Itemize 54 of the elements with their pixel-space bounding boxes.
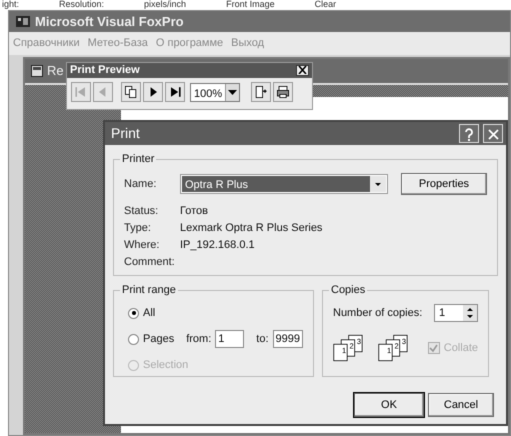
group-label: Printer	[121, 153, 156, 165]
pages-button[interactable]	[121, 82, 141, 102]
field-label: from:	[186, 332, 212, 347]
cancel-button[interactable]: Cancel	[428, 393, 494, 417]
group-label: Copies	[330, 284, 366, 296]
close-button[interactable]	[296, 65, 309, 76]
field-label: Where:	[124, 238, 160, 254]
next-page-button[interactable]	[143, 82, 163, 102]
close-icon	[298, 66, 307, 74]
option-label: All	[143, 306, 156, 321]
form-label: Clear	[314, 0, 336, 10]
copies-spinner[interactable]: 1	[434, 304, 478, 322]
radio-button[interactable]	[128, 334, 139, 344]
form-label: pixels/inch	[144, 0, 186, 10]
field-value: Готов	[180, 204, 208, 220]
radio-button[interactable]	[128, 308, 139, 318]
field-label: to:	[256, 332, 269, 347]
close-icon	[488, 129, 498, 140]
help-icon	[464, 128, 474, 142]
form-label: Resolution:	[59, 0, 104, 10]
field-value: Lexmark Optra R Plus Series	[180, 221, 322, 236]
field-label: Number of copies:	[333, 306, 422, 321]
window-icon	[31, 65, 43, 77]
properties-button[interactable]: Properties	[401, 173, 487, 195]
last-page-button[interactable]	[165, 82, 185, 102]
spin-arrows-icon	[463, 305, 477, 321]
printer-icon	[275, 84, 292, 100]
field-label: Comment:	[124, 255, 176, 270]
door-exit-button[interactable]	[251, 82, 272, 102]
field-label: Status:	[124, 204, 160, 220]
help-button[interactable]	[459, 124, 479, 143]
toolbar-title: Print Preview	[70, 63, 140, 78]
window-title: Microsoft Visual FoxPro	[35, 12, 184, 31]
option-label: Pages	[143, 332, 174, 347]
pages-icon	[123, 84, 139, 100]
field-label: Name:	[124, 176, 158, 192]
window-title: Re	[47, 62, 64, 80]
printer-button[interactable]	[273, 82, 294, 102]
group-label: Print range	[121, 284, 177, 296]
field-label: Type:	[124, 221, 152, 236]
option-label: Selection	[143, 358, 188, 373]
printer-dropdown[interactable]: Optra R Plus	[180, 174, 388, 194]
app-icon	[15, 15, 31, 28]
door-exit-icon	[253, 84, 270, 100]
dropdown-arrow-icon	[228, 90, 238, 94]
form-label: ight:	[2, 0, 20, 10]
ok-button[interactable]: OK	[354, 393, 424, 417]
zoom-dropdown[interactable]: 100%	[190, 82, 240, 102]
field-value: IP_192.168.0.1	[180, 238, 255, 254]
to-field[interactable]: 9999	[272, 330, 303, 348]
form-label: Front Image	[226, 0, 275, 10]
from-field[interactable]: 1	[215, 330, 244, 348]
dialog-title: Print	[111, 124, 140, 143]
checkbox-label: Collate	[444, 340, 478, 356]
